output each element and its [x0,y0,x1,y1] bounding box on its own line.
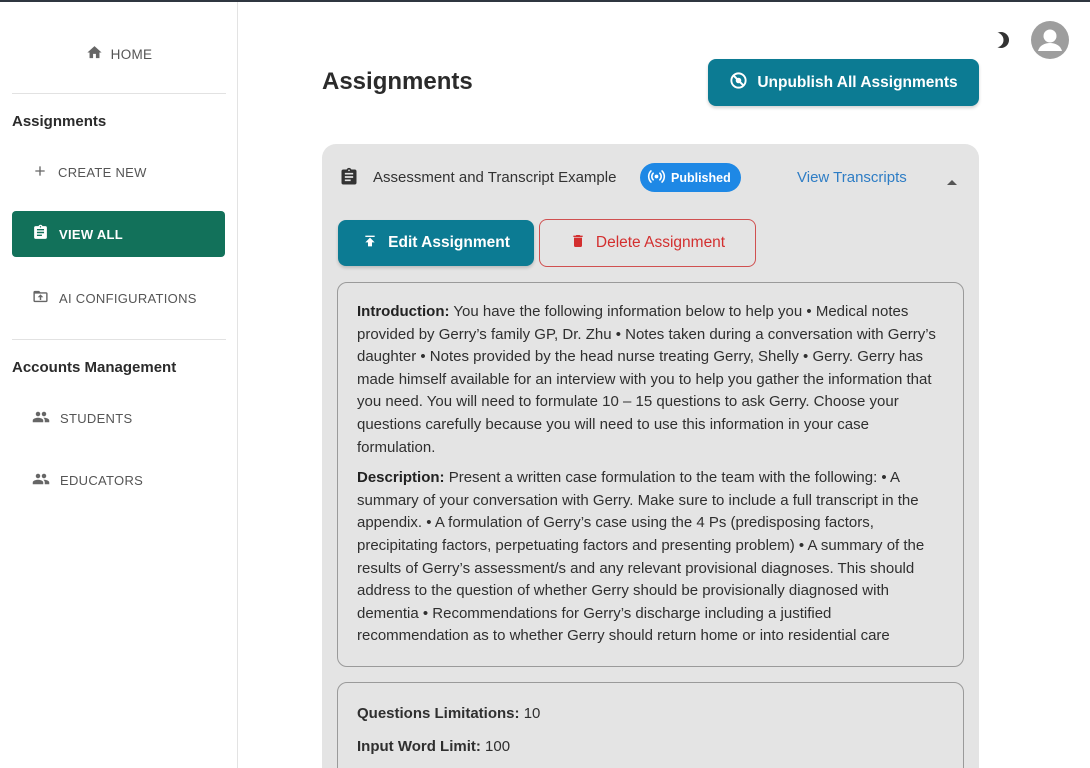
delete-assignment-button[interactable]: Delete Assignment [539,219,756,267]
edit-assignment-label: Edit Assignment [388,234,510,251]
sidebar-item-label: VIEW ALL [59,226,124,242]
sidebar-item-students[interactable]: STUDENTS [12,395,225,441]
sidebar: HOME Assignments CREATE NEW VIEW ALL AI … [0,2,238,768]
assignments-section-title: Assignments [12,113,107,130]
sidebar-item-label: EDUCATORS [60,472,144,488]
dark-mode-toggle-icon[interactable] [988,30,1011,50]
broadcast-icon [647,167,666,189]
word-limit-value: 100 [485,738,511,755]
view-transcripts-link[interactable]: View Transcripts [797,169,907,186]
trash-icon [570,233,586,254]
people-icon [32,408,50,429]
sidebar-divider [12,93,226,94]
home-label: HOME [110,46,153,62]
word-limit-label: Input Word Limit: [357,738,481,755]
word-limit-row: Input Word Limit: 100 [357,736,945,758]
status-badge: Published [640,163,741,192]
description-paragraph: Description: Present a written case form… [357,467,945,648]
questions-limit-value: 10 [523,705,541,722]
assignment-title: Assessment and Transcript Example [373,169,617,186]
upload-icon [362,233,378,254]
plus-icon [32,163,48,182]
home-link[interactable]: HOME [0,42,238,66]
accounts-section-title: Accounts Management [12,359,177,376]
sidebar-item-ai-configurations[interactable]: AI CONFIGURATIONS [12,275,225,321]
home-icon [86,44,103,64]
unpublish-label: Unpublish All Assignments [757,73,958,91]
people-icon [32,470,50,491]
assignment-icon [339,167,359,192]
description-text: Present a written case formulation to th… [357,469,925,645]
introduction-paragraph: Introduction: You have the following inf… [357,301,945,459]
folder-upload-icon [32,288,49,308]
sidebar-item-create-new[interactable]: CREATE NEW [12,149,225,195]
clipboard-icon [32,224,49,244]
assignment-details-box: Introduction: You have the following inf… [337,282,964,667]
description-heading: Description: [357,469,445,487]
edit-assignment-button[interactable]: Edit Assignment [338,220,534,266]
sidebar-item-label: AI CONFIGURATIONS [59,290,197,306]
introduction-text: You have the following information below… [357,303,936,456]
assignment-card: Assessment and Transcript Example Publis… [322,144,979,768]
page-title: Assignments [322,68,473,95]
unpublish-all-button[interactable]: Unpublish All Assignments [708,59,979,106]
delete-assignment-label: Delete Assignment [595,234,726,251]
status-badge-label: Published [671,170,731,185]
sidebar-divider [12,339,226,340]
assignment-limits-box: Questions Limitations: 10 Input Word Lim… [337,682,964,768]
user-avatar-icon[interactable] [1031,21,1069,59]
assignment-card-header[interactable]: Assessment and Transcript Example Publis… [322,144,979,210]
sidebar-item-label: STUDENTS [60,410,133,426]
introduction-heading: Introduction: [357,303,450,320]
sidebar-item-educators[interactable]: EDUCATORS [12,457,225,503]
unpublish-icon [729,71,748,95]
caret-up-icon[interactable] [946,173,958,191]
questions-limit-row: Questions Limitations: 10 [357,703,945,725]
sidebar-item-view-all[interactable]: VIEW ALL [12,211,225,257]
questions-limit-label: Questions Limitations: [357,705,520,722]
sidebar-item-label: CREATE NEW [58,164,147,180]
